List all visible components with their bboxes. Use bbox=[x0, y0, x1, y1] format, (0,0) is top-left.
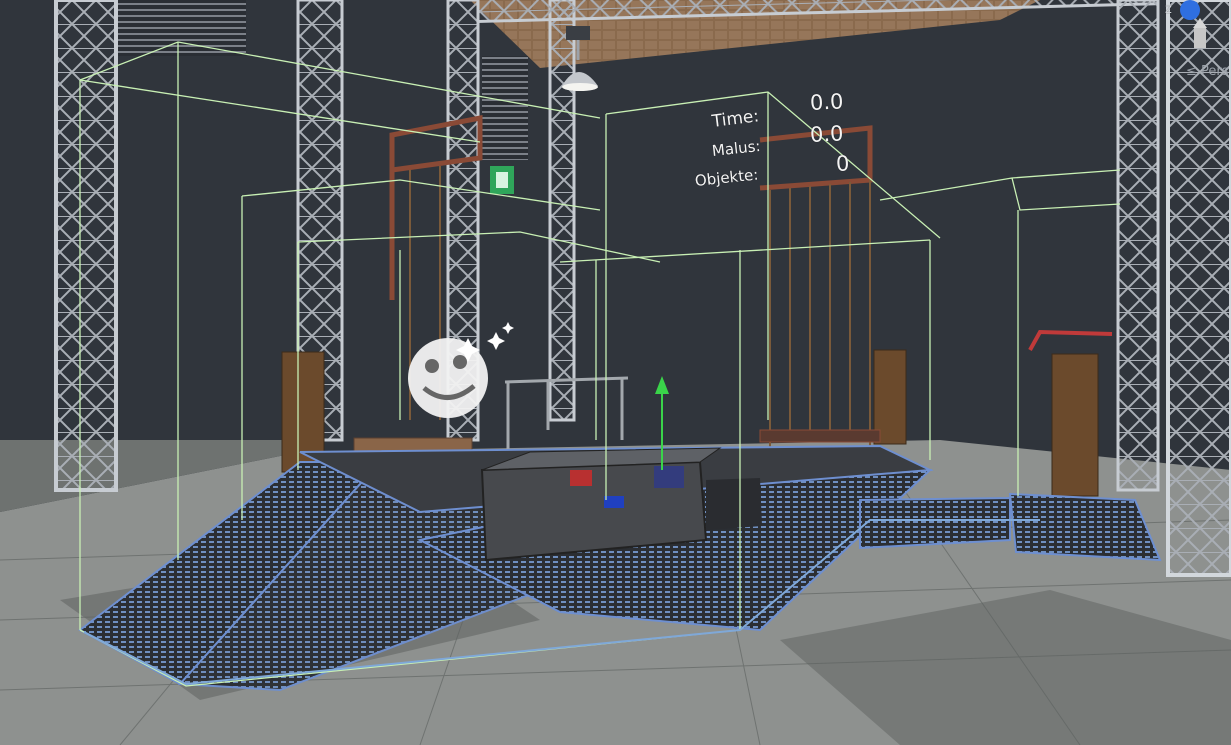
truss-right-inner bbox=[1116, 0, 1160, 492]
y-axis-cone-icon bbox=[1193, 18, 1207, 28]
gizmo-axis-label: z bbox=[1165, 2, 1172, 17]
wood-pillar-right bbox=[1051, 353, 1099, 497]
truss-center-right bbox=[548, 0, 576, 422]
scene-viewport[interactable] bbox=[0, 0, 1231, 745]
wall-vent-left bbox=[118, 0, 246, 56]
hud-time-value: 0.0 bbox=[809, 89, 844, 115]
back-wall bbox=[0, 0, 1231, 440]
floor-hole bbox=[706, 478, 762, 530]
wall-vent-center bbox=[482, 56, 528, 160]
hud-objekte-value: 0 bbox=[835, 151, 850, 176]
projection-toggle[interactable]: ≤ Pers bbox=[1186, 64, 1229, 79]
truss-left bbox=[54, 0, 118, 492]
hud-malus-value: 0.0 bbox=[809, 121, 844, 147]
